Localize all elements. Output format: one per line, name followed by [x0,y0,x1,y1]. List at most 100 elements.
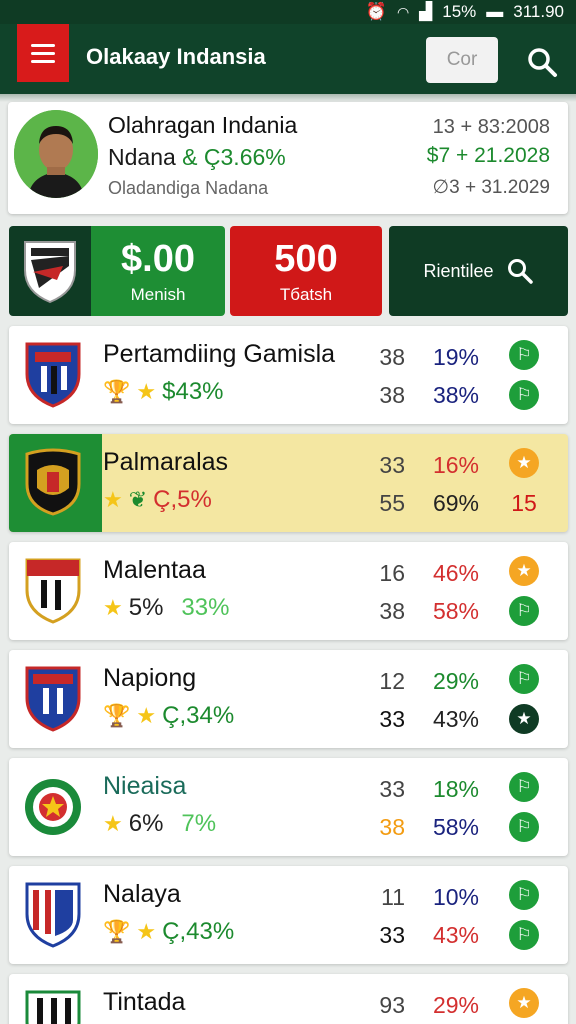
flag-badge-icon[interactable]: ⚐ [509,812,539,842]
clock: 311.90 [513,2,564,21]
club-stats: ★ ❦ Ç,5% [103,486,212,514]
club-rank: 15 [511,489,537,516]
club-played: 16 [379,560,405,586]
star-icon: ★ [136,379,157,404]
club-crest-icon [25,990,81,1024]
club-form-rate: 43% [432,706,479,732]
status-bar: ⏰ ◠ ▟ 15% ▬ 311.90 [0,0,576,24]
club-played: 38 [379,344,405,370]
star-badge-icon[interactable]: ★ [509,556,539,586]
club-row-3[interactable]: Malentaa ★ 5% 33% 16 38 46% 58% ★ ⚐ [9,542,568,640]
club-form-rate: 58% [432,598,479,624]
star-icon: ★ [136,703,157,728]
search-icon [507,259,533,284]
flag-badge-icon[interactable]: ⚐ [509,664,539,694]
club-row-2[interactable]: Palmaralas ★ ❦ Ç,5% 33 55 16% 69% ★ 15 [9,434,568,532]
club-stats: 🏆 ★ Ç,34% [103,702,234,730]
star-badge-icon[interactable]: ★ [509,988,539,1018]
avatar [14,110,98,198]
star-badge-icon[interactable]: ★ [509,704,539,734]
star-icon: ★ [136,919,157,944]
club-row-5[interactable]: Nieaisa ★ 6% 7% 33 38 18% 58% ⚐ ⚐ [9,758,568,856]
trophy-icon: 🏆 [103,379,131,404]
club-row-6[interactable]: Nalaya 🏆 ★ Ç,43% 11 33 10% 43% ⚐ ⚐ [9,866,568,964]
club-row-7[interactable]: Tintada 93 29% ★ [9,974,568,1024]
club-name: Nieaisa [103,772,187,800]
club-points: 38 [379,382,405,408]
club-win-rate: 29% [432,992,479,1018]
alarm-icon: ⏰ [365,2,387,21]
star-icon: ★ [103,595,123,620]
club-form-rate: 38% [432,382,479,408]
profile-subtitle: Ndana & Ç3.66% [108,144,286,171]
battery-icon: ▬ [486,2,504,21]
club-row-4[interactable]: Napiong 🏆 ★ Ç,34% 12 33 29% 43% ⚐ ★ [9,650,568,748]
club-crest-icon [25,666,81,732]
club-row-1[interactable]: Pertamdiing Gamisla 🏆 ★ $43% 38 38 19% 38%… [9,326,568,424]
club-stat-value-2: 7% [181,810,217,837]
club-crest-icon [25,558,81,624]
profile-subtitle-value: & Ç3.66% [182,144,286,170]
flag-badge-icon[interactable]: ⚐ [509,596,539,626]
club-crest [9,226,91,316]
trophy-icon: 🏆 [103,703,131,728]
profile-stat-2: $7 + 21.2028 [426,144,550,167]
trophy-icon: 🏆 [103,919,131,944]
club-stat-value: Ç,5% [153,486,212,513]
star-icon: ★ [103,487,123,512]
club-summary-card[interactable]: $.00 Menish [9,226,225,316]
club-form-rate: 58% [432,814,479,840]
club-played: 33 [379,776,405,802]
club-crest-icon [25,779,81,835]
club-played: 11 [381,884,405,910]
flag-badge-icon[interactable]: ⚐ [509,772,539,802]
menu-button[interactable] [17,24,69,82]
club-crest-icon [25,448,81,516]
club-win-rate: 10% [432,884,479,910]
club-stat-value: Ç,43% [162,918,235,945]
club-points: 38 [379,814,405,840]
profile-card[interactable]: Olahragan Indania Ndana & Ç3.66% Oladand… [8,102,568,214]
club-played: 12 [379,668,405,694]
profile-name: Olahragan Indania [108,112,298,138]
flag-badge-icon[interactable]: ⚐ [509,920,539,950]
profile-stat-1: 13 + 83:2008 [432,116,550,138]
wifi-icon: ◠ [396,3,410,20]
signal-icon: ▟ [419,2,433,21]
club-stat-value: 6% [128,810,164,837]
club-name: Nalaya [103,880,181,908]
club-points: 33 [379,706,405,732]
club-stat-value: Ç,34% [162,702,235,729]
club-stat-value: 5% [128,594,164,621]
matches-card[interactable]: 500 Tбatsh [230,226,382,316]
club-form-rate: 69% [432,490,479,516]
matches-value: 500 [274,238,338,280]
club-name: Malentaa [103,556,206,584]
search-icon[interactable] [524,44,560,80]
club-stats: 🏆 ★ $43% [103,378,224,406]
club-points: 55 [379,490,405,516]
club-played: 93 [379,992,405,1018]
club-stat-value: $43% [162,378,224,405]
club-stat-value-2: 33% [181,594,230,621]
star-icon: ★ [103,811,123,836]
club-name: Pertamdiing Gamisla [103,340,336,368]
profile-stat-3: ∅3 + 31.2029 [432,177,550,198]
club-stats: 🏆 ★ Ç,43% [103,918,234,946]
flag-badge-icon[interactable]: ⚐ [509,380,539,410]
search-input[interactable]: Cor [426,37,498,83]
club-played: 33 [379,452,405,478]
flag-badge-icon[interactable]: ⚐ [509,340,539,370]
club-name: Palmaralas [103,448,229,476]
app-bar: Olakaay Indansia Cor [0,24,576,102]
club-win-rate: 46% [432,560,479,586]
search-card[interactable]: Rientilee [389,226,568,316]
flag-badge-icon[interactable]: ⚐ [509,880,539,910]
club-balance-value: $.00 [121,238,195,280]
club-stats: ★ 5% 33% [103,594,229,622]
star-badge-icon[interactable]: ★ [509,448,539,478]
search-card-label: Rientilee [423,260,494,281]
club-form-rate: 43% [432,922,479,948]
leaf-icon: ❦ [128,487,148,512]
profile-caption: Oladandiga Nadana [108,178,269,198]
